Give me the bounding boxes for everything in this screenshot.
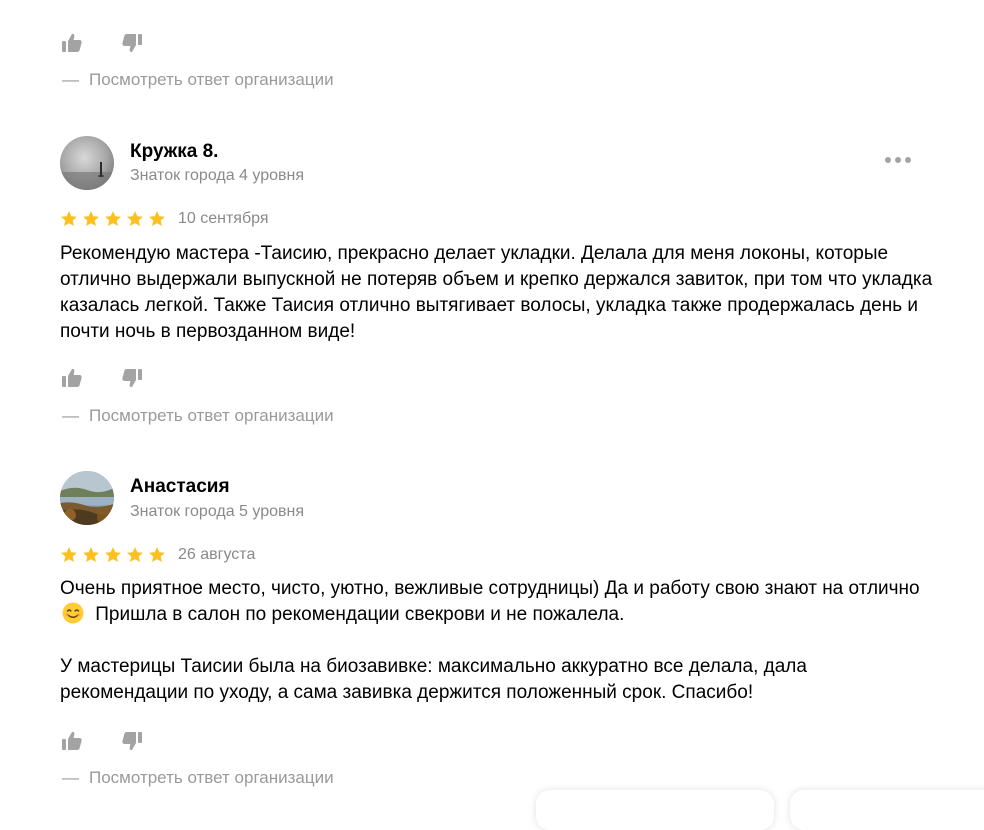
review-paragraph: У мастерицы Таисии была на биозавивке: м…: [60, 656, 807, 703]
floating-card[interactable]: [790, 790, 984, 830]
author-level: Знаток города 5 уровня: [130, 503, 305, 520]
review-text: Очень приятное место, чисто, уютно, вежл…: [60, 576, 940, 706]
star-icon: [61, 547, 77, 563]
star-icon: [61, 211, 77, 227]
avatar[interactable]: [60, 471, 114, 525]
star-rating: [61, 211, 165, 227]
star-icon: [83, 547, 99, 563]
more-dots-icon[interactable]: [882, 150, 914, 170]
smiling-face-icon: [62, 602, 84, 624]
star-icon: [149, 547, 165, 563]
review-text-part: Пришла в салон по рекомендации свекрови …: [90, 604, 625, 625]
floating-card[interactable]: [536, 790, 774, 830]
avatar[interactable]: [60, 136, 114, 190]
star-icon: [83, 211, 99, 227]
reply-dash: —: [62, 70, 79, 89]
star-icon: [105, 211, 121, 227]
reply-dash: —: [62, 768, 79, 787]
avatar-autumn-landscape-icon: [60, 471, 114, 525]
avatar-grey-landscape-icon: [60, 136, 114, 190]
thumbs-down-icon[interactable]: [120, 366, 144, 390]
thumbs-up-icon[interactable]: [60, 729, 84, 753]
review-date: 26 августа: [178, 546, 256, 563]
author-name[interactable]: Анастасия: [130, 475, 230, 499]
star-icon: [105, 547, 121, 563]
star-icon: [149, 211, 165, 227]
review-text-part: Очень приятное место, чисто, уютно, вежл…: [60, 578, 920, 599]
star-icon: [127, 211, 143, 227]
thumbs-up-icon[interactable]: [60, 366, 84, 390]
view-org-reply-link[interactable]: — Посмотреть ответ организации: [62, 406, 334, 426]
reply-dash: —: [62, 406, 79, 425]
reply-label: Посмотреть ответ организации: [89, 70, 334, 89]
author-name[interactable]: Кружка 8.: [130, 140, 218, 164]
reply-label: Посмотреть ответ организации: [89, 406, 334, 425]
reply-label: Посмотреть ответ организации: [89, 768, 334, 787]
star-rating: [61, 547, 165, 563]
view-org-reply-link[interactable]: — Посмотреть ответ организации: [62, 768, 334, 788]
thumbs-down-icon[interactable]: [120, 729, 144, 753]
author-level: Знаток города 4 уровня: [130, 167, 305, 184]
review-paragraph: Рекомендую мастера -Таисию, прекрасно де…: [60, 243, 933, 342]
view-org-reply-link[interactable]: — Посмотреть ответ организации: [62, 70, 334, 90]
review-paragraph: Очень приятное место, чисто, уютно, вежл…: [60, 576, 940, 628]
thumbs-down-icon[interactable]: [120, 31, 144, 55]
review-date: 10 сентября: [178, 210, 269, 227]
thumbs-up-icon[interactable]: [60, 31, 84, 55]
review-text: Рекомендую мастера -Таисию, прекрасно де…: [60, 241, 940, 345]
star-icon: [127, 547, 143, 563]
